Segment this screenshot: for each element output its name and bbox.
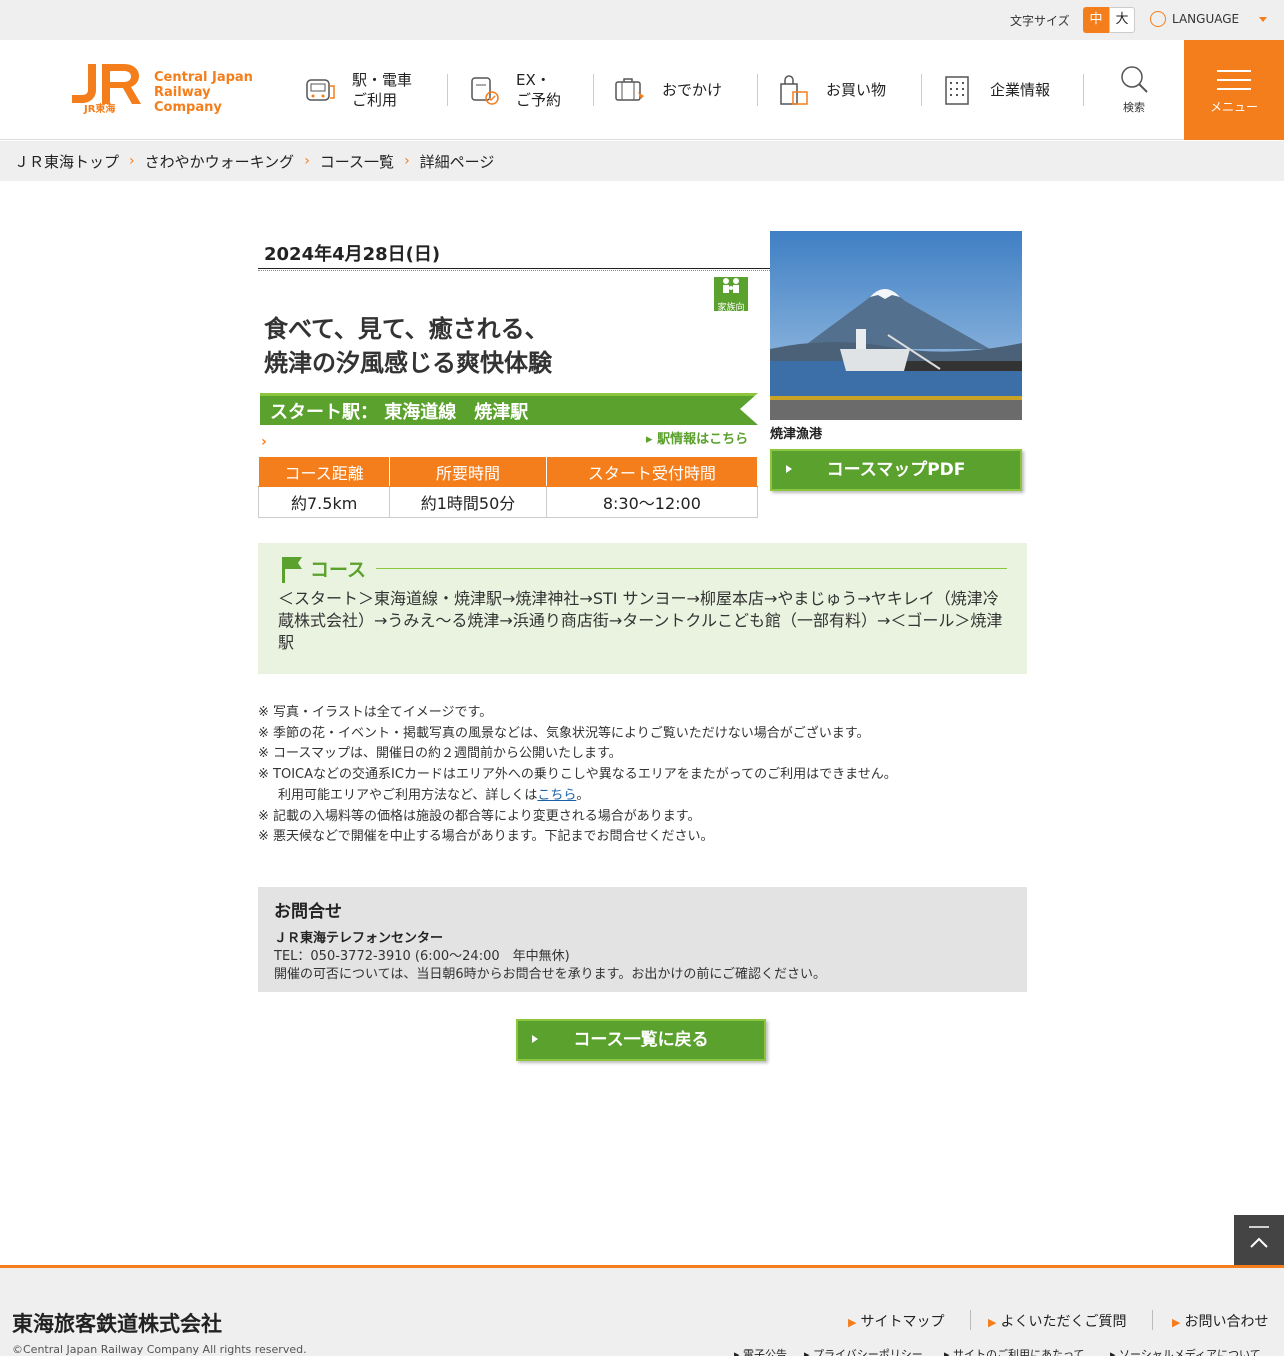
note-item: ※ 記載の入場料等の価格は施設の都合等により変更される場合があります。 (258, 808, 701, 824)
search-button[interactable]: 検索 (1115, 64, 1153, 115)
footer-link-sitemap[interactable]: ▶ サイトマップ (848, 1311, 944, 1331)
course-map-pdf-button[interactable]: コースマップPDF (770, 449, 1022, 491)
train-icon (306, 79, 335, 101)
flag-icon (282, 557, 302, 583)
date-divider (258, 268, 770, 271)
jr-logo-icon (72, 64, 141, 104)
course-info-table: コース距離 所要時間 スタート受付時間 約7.5km 約1時間50分 8:30〜… (257, 456, 759, 518)
breadcrumb-link-walking[interactable]: さわやかウォーキング (145, 151, 295, 172)
contact-name: ＪＲ東海テレフォンセンター (274, 931, 444, 946)
shopping-bag-icon (780, 75, 808, 105)
contact-heading: お問合せ (274, 902, 342, 922)
nav-station-train[interactable]: 駅・電車 ご利用 (304, 70, 412, 110)
corporate-name: 東海旅客鉄道株式会社 (12, 1312, 222, 1336)
course-route: ＜スタート＞東海道線・焼津駅→焼津神社→STI サンヨー→柳屋本店→やまじゅう→… (278, 589, 1003, 652)
event-photo (770, 231, 1022, 420)
table-header: スタート受付時間 (545, 456, 759, 487)
contact-box: お問合せ ＪＲ東海テレフォンセンター TEL：050-3772-3910 (6:… (258, 887, 1027, 992)
nav-divider (757, 74, 758, 106)
nav-shopping[interactable]: お買い物 (778, 70, 886, 110)
font-size-large-button[interactable]: 大 (1109, 7, 1135, 33)
note-item: ※ 写真・イラストは全てイメージです。 (258, 705, 493, 720)
search-icon (1121, 66, 1148, 93)
search-label: 検索 (1123, 101, 1145, 114)
footer-link-privacy[interactable]: ▸ プライバシーポリシー (804, 1346, 923, 1356)
contact-note: 開催の可否については、当日朝6時からお問合せを承ります。お出かけの前にご確認くだ… (274, 967, 827, 982)
utility-bar: 文字サイズ 中 大 LANGUAGE (0, 0, 1284, 40)
contact-tel: TEL：050-3772-3910 (6:00〜24:00 年中無休) (274, 949, 570, 964)
table-header: 所要時間 (389, 456, 547, 487)
hamburger-icon (1217, 70, 1251, 97)
breadcrumb: ＪＲ東海トップ › さわやかウォーキング › コース一覧 › 詳細ページ (0, 141, 1284, 181)
chevron-up-icon (1249, 1226, 1269, 1248)
event-date: 2024年4月28日(日) (264, 244, 441, 265)
start-station: スタート駅： 東海道線 焼津駅 (270, 402, 529, 423)
footer-link-faq[interactable]: ▶ よくいただくご質問 (988, 1311, 1126, 1331)
chevron-right-icon: › (261, 434, 267, 450)
menu-label: メニュー (1209, 100, 1258, 114)
photo-caption: 焼津漁港 (770, 427, 823, 442)
note-item: ※ 悪天候などで開催を中止する場合があります。下記までお問合せください。 (258, 829, 714, 845)
nav-label: おでかけ (662, 81, 723, 99)
nav-label: 企業情報 (990, 81, 1051, 99)
globe-icon (1150, 11, 1166, 27)
nav-label: EX・ ご予約 (516, 71, 562, 109)
nav-outing[interactable]: おでかけ (614, 70, 722, 110)
breadcrumb-current: 詳細ページ (419, 152, 495, 171)
font-size-medium-button[interactable]: 中 (1083, 7, 1109, 33)
copyright: ©Central Japan Railway Company All right… (12, 1343, 307, 1356)
jr-central-logo[interactable]: JR東海 Central Japan Railway Company (70, 64, 272, 116)
course-heading: コース (310, 559, 367, 581)
ic-card-info-link[interactable]: こちら (537, 788, 576, 803)
chevron-right-icon: › (129, 153, 135, 169)
site-footer: 東海旅客鉄道株式会社 ©Central Japan Railway Compan… (0, 1265, 1284, 1356)
chevron-right-icon: › (404, 153, 410, 169)
note-item: ※ 季節の花・イベント・掲載写真の風景などは、気象状況等によりご覧いただけない場… (258, 725, 870, 741)
chevron-right-icon: › (304, 153, 310, 169)
breadcrumb-link-course-list[interactable]: コース一覧 (320, 151, 394, 172)
footer-link-contact[interactable]: ▶ お問い合わせ (1172, 1311, 1268, 1331)
family-icon (723, 278, 739, 293)
logo-english-name: Central Japan Railway Company (154, 70, 253, 115)
back-to-top-button[interactable] (1234, 1215, 1284, 1265)
breadcrumb-link-top[interactable]: ＪＲ東海トップ (14, 151, 119, 172)
start-reception-time: 8:30〜12:00 (545, 486, 759, 518)
play-icon (786, 465, 792, 473)
language-selector[interactable]: LANGUAGE (1150, 11, 1268, 27)
footer-link-public-notice[interactable]: ▸ 電子公告 (734, 1346, 787, 1356)
chevron-down-icon (1259, 16, 1268, 22)
suitcase-icon (615, 78, 644, 101)
back-to-course-list-button[interactable]: コース一覧に戻る (516, 1019, 766, 1061)
table-header: コース距離 (257, 456, 391, 487)
footer-link-social-media[interactable]: ▸ ソーシャルメディアについて (1110, 1346, 1261, 1356)
building-icon (945, 76, 969, 105)
note-item: ※ コースマップは、開催日の約２週間前から公開いたします。 (258, 746, 622, 762)
site-header: JR東海 Central Japan Railway Company 駅・電車ご… (0, 40, 1284, 140)
course-duration: 約1時間50分 (389, 486, 547, 518)
family-badge: 家族向 (714, 277, 748, 313)
nav-divider (447, 74, 448, 106)
nav-divider (1083, 74, 1084, 106)
nav-label: お買い物 (826, 81, 887, 99)
nav-label: 駅・電車 ご利用 (352, 71, 413, 109)
nav-divider (921, 74, 922, 106)
start-station-banner: スタート駅： 東海道線 焼津駅 (260, 393, 758, 425)
event-title: 食べて、見て、癒される、 焼津の汐風感じる爽快体験 (264, 315, 552, 377)
language-label: LANGUAGE (1172, 12, 1240, 26)
footer-link-terms[interactable]: ▸ サイトのご利用にあたって (944, 1346, 1084, 1356)
nav-ex-reservation[interactable]: EX・ ご予約 (468, 70, 561, 110)
logo-subtext: JR東海 (84, 104, 116, 115)
station-info-link[interactable]: ▸ 駅情報はこちら (646, 428, 748, 447)
nav-divider (593, 74, 594, 106)
play-icon (532, 1035, 538, 1043)
font-size-label: 文字サイズ (1010, 14, 1070, 28)
menu-button[interactable]: メニュー (1184, 40, 1284, 140)
note-item: 利用可能エリアやご利用方法など、詳しくはこちら。 (278, 787, 590, 803)
course-section: コース ＜スタート＞東海道線・焼津駅→焼津神社→STI サンヨー→柳屋本店→やま… (258, 543, 1027, 674)
ticket-icon (471, 77, 499, 105)
nav-corporate[interactable]: 企業情報 (942, 70, 1050, 110)
note-item: ※ TOICAなどの交通系ICカードはエリア外への乗りこしや異なるエリアをまたが… (258, 767, 897, 783)
notes-list: ※ 写真・イラストは全てイメージです。 ※ 季節の花・イベント・掲載写真の風景な… (258, 703, 897, 848)
course-distance: 約7.5km (257, 486, 391, 518)
